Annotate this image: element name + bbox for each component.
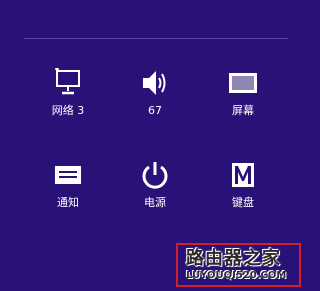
tile-keyboard-label: 键盘	[232, 196, 254, 209]
watermark-title: 路由器之家	[186, 248, 281, 269]
tile-volume[interactable]: 67	[115, 68, 195, 128]
tile-power[interactable]: 电源	[115, 160, 195, 220]
tile-screen[interactable]: 屏幕	[203, 68, 283, 128]
tile-volume-label: 67	[148, 104, 162, 117]
tile-network-label: 网络 3	[51, 104, 85, 117]
network-icon	[55, 68, 80, 95]
tile-screen-label: 屏幕	[232, 104, 254, 117]
tile-notifications[interactable]: 通知	[28, 160, 108, 220]
charms-divider	[24, 38, 288, 39]
notifications-icon	[55, 166, 81, 184]
volume-icon	[143, 71, 166, 95]
watermark-url: LUYOUQI520.COM	[186, 270, 287, 281]
watermark-box: 路由器之家 LUYOUQI520.COM	[176, 243, 301, 287]
tile-notifications-label: 通知	[57, 196, 79, 209]
keyboard-icon	[232, 163, 254, 187]
tile-power-label: 电源	[144, 196, 166, 209]
power-icon	[142, 162, 168, 189]
tile-network[interactable]: 网络 3	[28, 68, 108, 128]
screen-icon	[229, 73, 257, 93]
tile-keyboard[interactable]: 键盘	[203, 160, 283, 220]
